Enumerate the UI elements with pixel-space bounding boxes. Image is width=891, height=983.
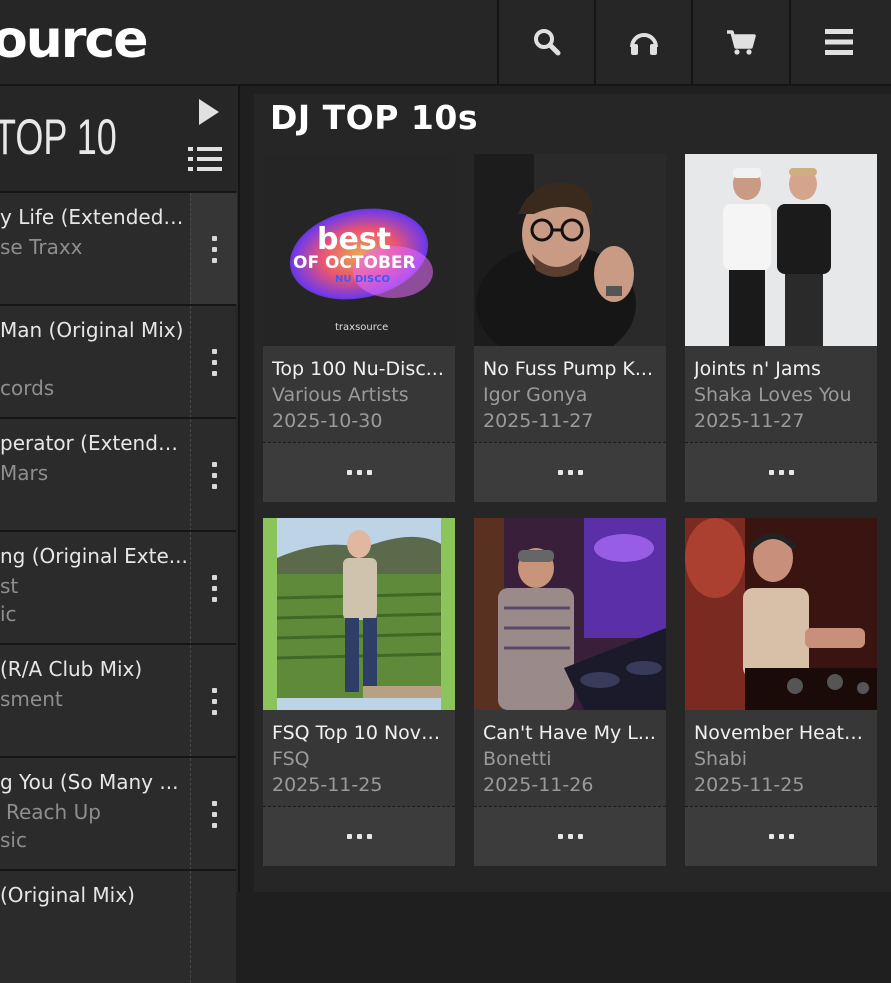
card-title[interactable]: No Fuss Pump K... [483, 358, 659, 380]
chart-artwork[interactable] [263, 518, 455, 710]
track-title: (R/A Club Mix) [0, 657, 143, 681]
track-more-button[interactable] [190, 871, 237, 983]
card-more-button[interactable] [685, 442, 877, 502]
player-button[interactable] [594, 0, 692, 84]
card-artist[interactable]: Shabi [694, 748, 870, 770]
card-artist[interactable]: Various Artists [272, 384, 448, 406]
track-artist: Reach Up [6, 800, 101, 824]
search-button[interactable] [497, 0, 595, 84]
duo-photo [685, 154, 877, 346]
card-date: 2025-11-25 [694, 774, 805, 796]
card-title[interactable]: November Heaters [694, 722, 870, 744]
card-title[interactable]: Top 100 Nu-Disc... [272, 358, 448, 380]
track-row[interactable]: (R/A Club Mix) sment [0, 643, 236, 757]
track-artist: sment [0, 687, 63, 711]
card-more-button[interactable] [263, 442, 455, 502]
art-text: best [317, 222, 391, 257]
dj-red-light-photo [685, 518, 877, 710]
track-label: sic [0, 828, 27, 852]
track-title: Man (Original Mix) [0, 318, 184, 342]
track-artist: st [0, 574, 19, 598]
headphones-icon [630, 33, 658, 55]
track-more-button[interactable] [190, 419, 237, 531]
track-label: ic [0, 602, 17, 626]
card-more-button[interactable] [263, 806, 455, 866]
track-artist: Mars [0, 461, 49, 485]
track-artist: se Traxx [0, 235, 83, 259]
chart-card[interactable]: Can't Have My L... Bonetti 2025-11-26 [474, 518, 666, 866]
art-brand-text: traxsource [335, 322, 388, 333]
card-title[interactable]: FSQ Top 10 Nove... [272, 722, 448, 744]
track-more-button[interactable] [190, 306, 237, 418]
track-artist: cords [0, 376, 55, 400]
dj-booth-photo [474, 518, 666, 710]
site-logo[interactable]: ource [0, 8, 148, 72]
vineyard-photo [263, 518, 455, 710]
chart-card[interactable]: No Fuss Pump K... Igor Gonya 2025-11-27 [474, 154, 666, 502]
track-row[interactable]: g You (So Many ... Reach Up sic [0, 756, 236, 870]
track-title: perator (Extende... [0, 431, 188, 455]
track-row[interactable]: perator (Extende... Mars [0, 417, 236, 531]
dj-portrait-photo [474, 154, 666, 346]
play-icon[interactable] [198, 98, 220, 126]
track-title: (Original Mix) [0, 883, 135, 907]
chart-artwork[interactable] [474, 154, 666, 346]
track-title: ng (Original Exte... [0, 544, 188, 568]
chart-artwork[interactable]: best OF OCTOBER NU DISCO traxsource [263, 154, 455, 346]
card-more-button[interactable] [474, 806, 666, 866]
chart-card[interactable]: FSQ Top 10 Nove... FSQ 2025-11-25 [263, 518, 455, 866]
best-of-october-artwork: best OF OCTOBER NU DISCO traxsource [263, 154, 455, 346]
chart-artwork[interactable] [474, 518, 666, 710]
track-more-button[interactable] [190, 193, 237, 305]
search-icon [534, 29, 561, 56]
card-artist[interactable]: FSQ [272, 748, 448, 770]
chart-card[interactable]: best OF OCTOBER NU DISCO traxsource Top … [263, 154, 455, 502]
queue-list-icon[interactable] [188, 146, 222, 172]
card-date: 2025-10-30 [272, 410, 383, 432]
top10-panel: TOP 10 y Life (Extended ... se Traxx Man… [0, 86, 240, 983]
chart-artwork[interactable] [685, 154, 877, 346]
card-date: 2025-11-27 [483, 410, 594, 432]
track-title: g You (So Many ... [0, 770, 179, 794]
card-more-button[interactable] [474, 442, 666, 502]
track-more-button[interactable] [190, 532, 237, 644]
cart-button[interactable] [691, 0, 789, 84]
track-row[interactable]: y Life (Extended ... se Traxx [0, 191, 237, 305]
track-title: y Life (Extended ... [0, 205, 188, 229]
card-title[interactable]: Can't Have My L... [483, 722, 659, 744]
card-artist[interactable]: Bonetti [483, 748, 659, 770]
track-row[interactable]: Man (Original Mix) cords [0, 304, 236, 418]
card-artist[interactable]: Shaka Loves You [694, 384, 870, 406]
dj-top10s-section: DJ TOP 10s best OF OCTOBER NU DISCO trax… [254, 94, 891, 892]
card-date: 2025-11-27 [694, 410, 805, 432]
track-more-button[interactable] [190, 758, 237, 870]
chart-card[interactable]: November Heaters Shabi 2025-11-25 [685, 518, 877, 866]
panel-title: TOP 10 [0, 109, 117, 165]
track-row[interactable]: (Original Mix) [0, 869, 236, 983]
track-row[interactable]: ng (Original Exte... st ic [0, 530, 236, 644]
chart-artwork[interactable] [685, 518, 877, 710]
menu-icon [825, 29, 853, 55]
card-date: 2025-11-25 [272, 774, 383, 796]
track-more-button[interactable] [190, 645, 237, 757]
card-more-button[interactable] [685, 806, 877, 866]
section-title: DJ TOP 10s [270, 98, 478, 137]
art-text: OF OCTOBER [293, 253, 416, 273]
chart-card[interactable]: Joints n' Jams Shaka Loves You 2025-11-2… [685, 154, 877, 502]
cart-icon [727, 30, 756, 55]
card-artist[interactable]: Igor Gonya [483, 384, 659, 406]
top-header: ource [0, 0, 891, 86]
menu-button[interactable] [789, 0, 887, 84]
card-title[interactable]: Joints n' Jams [694, 358, 870, 380]
art-text: NU DISCO [335, 274, 390, 285]
card-date: 2025-11-26 [483, 774, 594, 796]
